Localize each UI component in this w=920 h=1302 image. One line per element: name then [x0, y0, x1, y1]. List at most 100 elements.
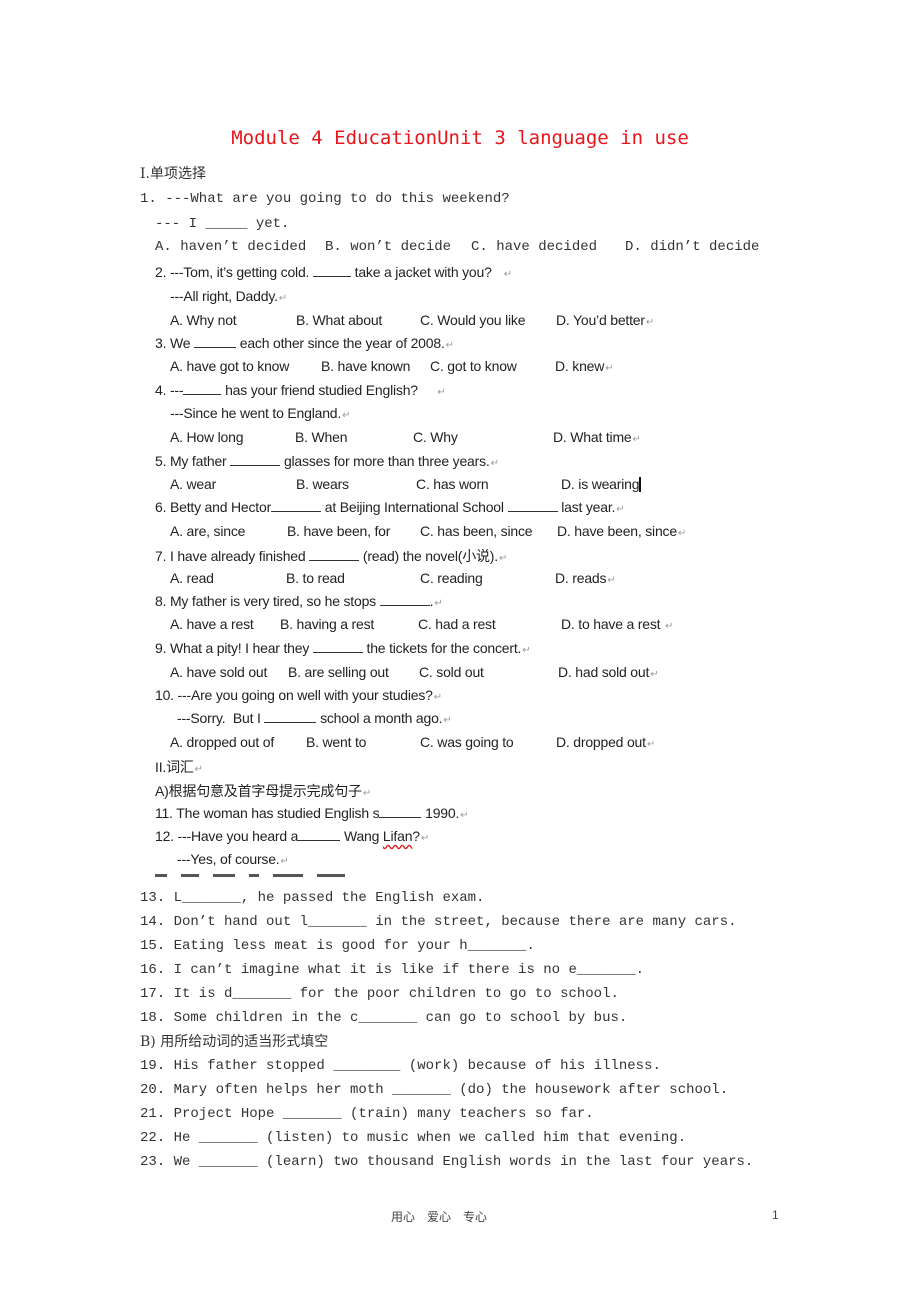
question-6-option-b: B. have been, for [287, 523, 391, 539]
question-13: 13. L_______, he passed the English exam… [140, 890, 485, 906]
paragraph-mark-icon: ↵ [437, 387, 446, 398]
question-1-option-b: B. won’t decide [325, 239, 452, 255]
paragraph-mark-icon: ↵ [434, 598, 443, 609]
question-22: 22. He _______ (listen) to music when we… [140, 1130, 687, 1146]
question-10-line2-b: school a month ago. [320, 710, 443, 726]
question-10-option-d: D. dropped out↵ [556, 734, 655, 750]
question-3-stem: 3. We each other since the year of 2008.… [155, 335, 454, 351]
question-3-option-d-text: D. knew [555, 358, 605, 374]
question-2-option-a: A. Why not [170, 312, 237, 328]
page-number: 1 [772, 1208, 779, 1222]
question-6-stem-c: last year. [561, 499, 616, 515]
question-4-stem-a: 4. --- [155, 382, 184, 398]
part-a-instruction-text: A)根据句意及首字母提示完成句子 [155, 783, 362, 799]
question-9-stem-a: 9. What a pity! I hear they [155, 640, 310, 656]
question-8-option-c: C. had a rest [418, 616, 496, 632]
paragraph-mark-icon: ↵ [460, 810, 469, 821]
paragraph-mark-icon: ↵ [280, 856, 289, 867]
question-12-a: 12. ---Have you heard a [155, 828, 299, 844]
question-8-option-b: B. having a rest [280, 616, 375, 632]
question-8-stem-a: 8. My father is very tired, so he stops [155, 593, 376, 609]
question-20: 20. Mary often helps her moth _______ (d… [140, 1082, 729, 1098]
question-2-option-d: D. You’d better↵ [556, 312, 654, 328]
question-7-stem-b: (read) the novel(小说). [362, 548, 498, 564]
question-2-stem-a: 2. ---Tom, it’s getting cold. [155, 264, 310, 280]
question-12-c: ? [412, 828, 420, 844]
question-3-option-d: D. knew↵ [555, 358, 614, 374]
question-7-option-d-text: D. reads [555, 570, 607, 586]
question-11-a: 11. The woman has studied English s [155, 805, 380, 821]
question-8-option-d: D. to have a rest ↵ [561, 616, 673, 632]
question-23: 23. We _______ (learn) two thousand Engl… [140, 1154, 754, 1170]
text-cursor [639, 477, 642, 492]
question-1-option-d: D. didn’t decide [625, 239, 760, 255]
question-4-option-c: C. Why [413, 429, 458, 445]
answer-blank [183, 382, 222, 395]
question-3-stem-a: 3. We [155, 335, 191, 351]
question-2-stem: 2. ---Tom, it’s getting cold. take a jac… [155, 264, 512, 280]
question-2-line2: ---All right, Daddy.↵ [170, 288, 287, 304]
paragraph-mark-icon: ↵ [522, 645, 531, 656]
question-10-option-b: B. went to [306, 734, 367, 750]
question-3-stem-b: each other since the year of 2008. [239, 335, 445, 351]
answer-blank [379, 593, 430, 606]
question-1-option-a: A. haven’t decided [155, 239, 307, 255]
question-4-line2: ---Since he went to England.↵ [170, 405, 350, 421]
question-12: 12. ---Have you heard a Wang Lifan?↵ [155, 828, 429, 844]
question-9-option-c: C. sold out [419, 664, 484, 680]
question-2-option-d-text: D. You’d better [556, 312, 645, 328]
section-heading-single-choice: I.单项选择 [140, 166, 206, 182]
question-6-option-a: A. are, since [170, 523, 246, 539]
question-12-line2: ---Yes, of course.↵ [177, 851, 289, 867]
question-12-b: Wang [343, 828, 383, 844]
question-5-stem-a: 5. My father [155, 453, 227, 469]
question-4-stem: 4. --- has your friend studied English? … [155, 382, 446, 398]
question-4-option-d-text: D. What time [553, 429, 632, 445]
section-2-heading-text: II.词汇 [155, 759, 194, 775]
paragraph-mark-icon: ↵ [443, 715, 452, 726]
question-11-b: 1990. [425, 805, 460, 821]
question-5-option-b: B. wears [296, 476, 349, 492]
paragraph-mark-icon: ↵ [342, 410, 351, 421]
question-6-option-d-text: D. have been, since [557, 523, 677, 539]
question-5-option-a: A. wear [170, 476, 217, 492]
question-2-answer-line: ---All right, Daddy. [170, 288, 278, 304]
paragraph-mark-icon: ↵ [503, 269, 512, 280]
paragraph-mark-icon: ↵ [433, 692, 442, 703]
question-9-option-d: D. had sold out↵ [558, 664, 659, 680]
question-7-option-a: A. read [170, 570, 214, 586]
paragraph-mark-icon: ↵ [645, 317, 655, 328]
question-18: 18. Some children in the c_______ can go… [140, 1010, 628, 1026]
question-5-stem: 5. My father glasses for more than three… [155, 453, 499, 469]
question-9-option-d-text: D. had sold out [558, 664, 650, 680]
question-2-option-c: C. Would you like [420, 312, 526, 328]
paragraph-mark-icon: ↵ [490, 458, 499, 469]
question-7-stem-a: 7. I have already finished [155, 548, 306, 564]
answer-blank [312, 264, 351, 277]
question-4-answer-line: ---Since he went to England. [170, 405, 342, 421]
question-10-stem-text: 10. ---Are you going on well with your s… [155, 687, 433, 703]
question-3-option-b: B. have known [321, 358, 411, 374]
question-6-option-c: C. has been, since [420, 523, 533, 539]
question-1-option-c: C. have decided [471, 239, 598, 255]
question-2-option-b: B. What about [296, 312, 383, 328]
question-7-stem: 7. I have already finished (read) the no… [155, 546, 507, 566]
spellcheck-flagged-word: Lifan [382, 828, 413, 844]
question-12-answer-line: ---Yes, of course. [177, 851, 280, 867]
question-8-stem-b: . [429, 593, 434, 609]
paragraph-mark-icon: ↵ [616, 504, 625, 515]
paragraph-mark-icon: ↵ [607, 575, 616, 586]
paragraph-mark-icon: ↵ [278, 293, 287, 304]
paragraph-mark-icon: ↵ [650, 669, 659, 680]
footer-motto: 用心 爱心 专心 [391, 1210, 488, 1224]
question-9-option-a: A. have sold out [170, 664, 268, 680]
question-8-stem: 8. My father is very tired, so he stops … [155, 593, 443, 609]
question-11: 11. The woman has studied English s 1990… [155, 805, 469, 821]
question-10-stem: 10. ---Are you going on well with your s… [155, 687, 442, 703]
question-6-stem-a: 6. Betty and Hector [155, 499, 272, 515]
part-a-instruction: A)根据句意及首字母提示完成句子↵ [155, 781, 371, 801]
paragraph-mark-icon: ↵ [194, 764, 203, 775]
answer-blank [312, 640, 363, 653]
question-6-stem-b: at Beijing International School [324, 499, 504, 515]
question-4-option-d: D. What time↵ [553, 429, 641, 445]
